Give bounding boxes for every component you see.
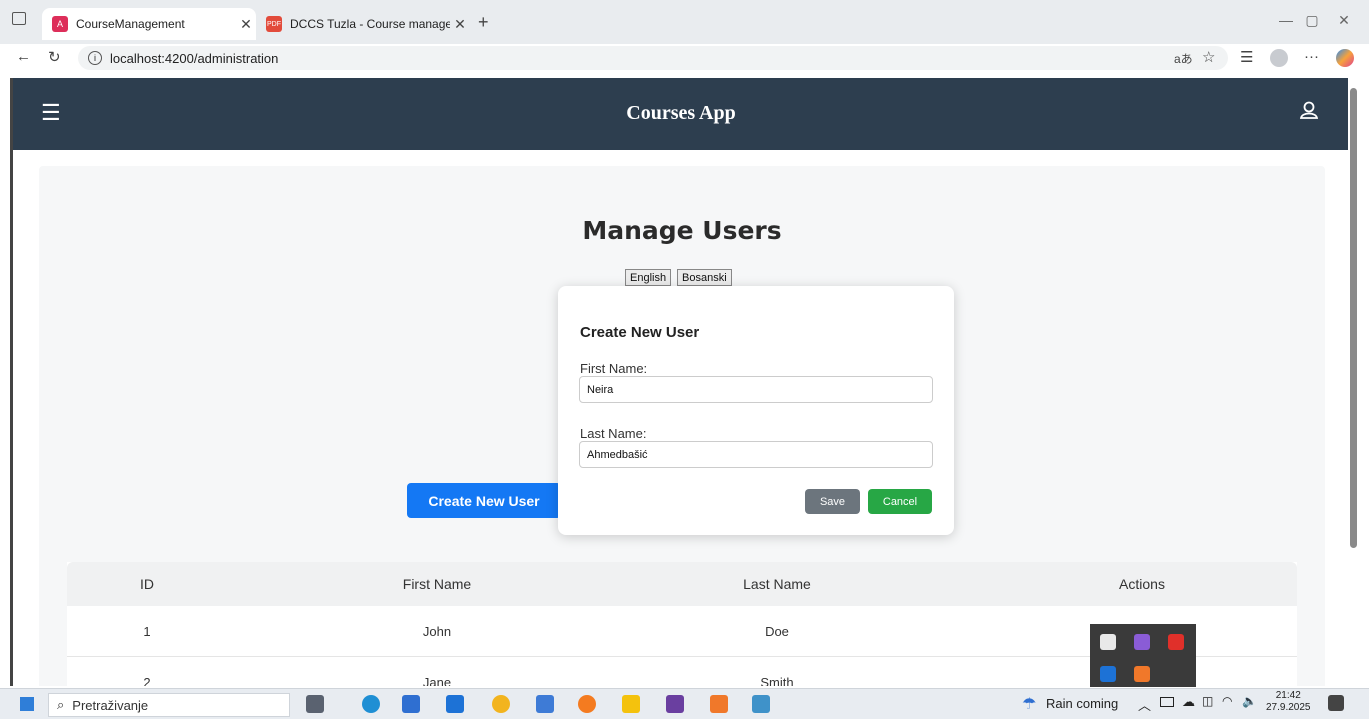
windows-taskbar: ⌕ Pretraživanje ☂ Rain coming ︿ ☁ ◫ ◠ 🔈 … — [0, 688, 1369, 719]
col-last-name-header: Last Name — [743, 576, 811, 592]
umbrella-icon: ☂ — [1022, 696, 1037, 713]
tab-coursemanagement[interactable]: A CourseManagement ✕ — [42, 8, 256, 40]
tray-overflow-popup — [1090, 624, 1196, 687]
url-field[interactable]: i localhost:4200/administration — [78, 46, 1228, 70]
edge-icon[interactable] — [362, 695, 380, 713]
address-bar-row: ← ↻ i localhost:4200/administration aあ ☆… — [0, 44, 1369, 72]
close-icon[interactable]: ✕ — [236, 16, 256, 33]
pdf-icon: PDF — [266, 16, 282, 32]
network-icon[interactable]: ◫ — [1202, 694, 1213, 708]
feather-icon[interactable] — [1134, 634, 1150, 650]
taskbar-search[interactable]: ⌕ Pretraživanje — [48, 693, 290, 717]
lang-english-button[interactable]: English — [625, 269, 672, 286]
minimize-icon[interactable]: — — [1276, 12, 1296, 28]
more-icon[interactable]: ··· — [1304, 48, 1319, 65]
scrollbar-thumb[interactable] — [1350, 88, 1357, 548]
app-title: Courses App — [626, 102, 736, 124]
cell-last-name: Smith — [760, 675, 794, 686]
volume-icon[interactable]: 🔈 — [1242, 694, 1257, 708]
modal-title: Create New User — [580, 324, 700, 341]
system-clock[interactable]: 21:42 27.9.2025 — [1266, 690, 1311, 714]
battery-icon[interactable] — [1160, 697, 1174, 707]
notifications-icon[interactable] — [1328, 695, 1344, 711]
chrome-icon[interactable] — [492, 695, 510, 713]
page-title: Manage Users — [582, 216, 782, 245]
cell-first-name: Jane — [422, 675, 452, 686]
favorites-bar-icon[interactable]: ☰ — [1240, 48, 1253, 66]
last-name-label: Last Name: — [580, 426, 647, 441]
xampp-tray-icon[interactable] — [1134, 666, 1150, 682]
user-account-icon[interactable] — [1299, 100, 1319, 126]
lang-bosanski-button[interactable]: Bosanski — [677, 269, 732, 286]
cell-id: 1 — [143, 624, 151, 639]
file-explorer-icon[interactable] — [622, 695, 640, 713]
profile-avatar[interactable] — [1270, 49, 1288, 67]
browser-tab-bar: A CourseManagement ✕ PDF DCCS Tuzla - Co… — [0, 0, 1369, 44]
reload-icon[interactable]: ↻ — [48, 48, 61, 66]
page-scrollbar[interactable] — [1348, 78, 1362, 688]
tab-dccs[interactable]: PDF DCCS Tuzla - Course managemen ✕ — [256, 8, 470, 40]
firefox-icon[interactable] — [578, 695, 596, 713]
create-new-user-button[interactable]: Create New User — [407, 483, 561, 518]
read-aloud-icon[interactable]: aあ — [1174, 50, 1193, 67]
xampp-icon[interactable] — [710, 695, 728, 713]
first-name-label: First Name: — [580, 361, 648, 376]
tab-title: CourseManagement — [76, 17, 185, 31]
copilot-icon[interactable] — [1336, 49, 1354, 67]
cell-last-name: Doe — [765, 624, 789, 639]
info-icon[interactable]: i — [88, 51, 102, 65]
restore-icon[interactable]: ▢ — [1302, 12, 1322, 29]
col-first-name-header: First Name — [402, 576, 472, 592]
tab-actions-icon[interactable] — [12, 12, 26, 25]
clock-date: 27.9.2025 — [1266, 702, 1311, 713]
close-icon[interactable]: ✕ — [450, 16, 470, 33]
outlook-icon[interactable] — [446, 695, 464, 713]
save-button[interactable]: Save — [805, 489, 860, 514]
start-icon[interactable] — [20, 697, 34, 711]
col-actions-header: Actions — [1119, 576, 1165, 592]
clock-time: 21:42 — [1275, 690, 1301, 701]
shield-icon[interactable] — [1100, 634, 1116, 650]
chevron-up-icon[interactable]: ︿ — [1138, 695, 1151, 714]
task-view-icon[interactable] — [306, 695, 324, 713]
col-id-header: ID — [140, 576, 154, 592]
wifi-icon[interactable]: ◠ — [1222, 694, 1232, 708]
url-text: localhost:4200/administration — [110, 50, 279, 66]
app-icon[interactable] — [536, 695, 554, 713]
create-user-modal: Create New User First Name: Last Name: S… — [558, 286, 954, 535]
search-placeholder: Pretraživanje — [72, 697, 149, 713]
cell-first-name: John — [422, 624, 452, 639]
new-tab-button[interactable]: + — [478, 12, 489, 33]
weather-text[interactable]: Rain coming — [1046, 696, 1118, 711]
window-close-icon[interactable]: ✕ — [1334, 12, 1354, 29]
last-name-input[interactable] — [579, 441, 933, 468]
table-header: ID First Name Last Name Actions — [67, 562, 1297, 606]
favorite-icon[interactable]: ☆ — [1202, 48, 1215, 66]
cell-id: 2 — [143, 675, 151, 686]
record-icon[interactable] — [1168, 634, 1184, 650]
cloud-icon[interactable]: ☁ — [1182, 694, 1195, 710]
search-icon: ⌕ — [57, 697, 65, 712]
app-header: ☰ Courses App — [13, 78, 1349, 150]
back-icon[interactable]: ← — [16, 48, 31, 65]
tab-title: DCCS Tuzla - Course managemen — [290, 17, 450, 31]
first-name-input[interactable] — [579, 376, 933, 403]
cancel-button[interactable]: Cancel — [868, 489, 932, 514]
angular-icon: A — [52, 16, 68, 32]
terminal-icon[interactable] — [666, 695, 684, 713]
store-icon[interactable] — [402, 695, 420, 713]
snipping-tool-icon[interactable] — [752, 695, 770, 713]
outlook-tray-icon[interactable] — [1100, 666, 1116, 682]
